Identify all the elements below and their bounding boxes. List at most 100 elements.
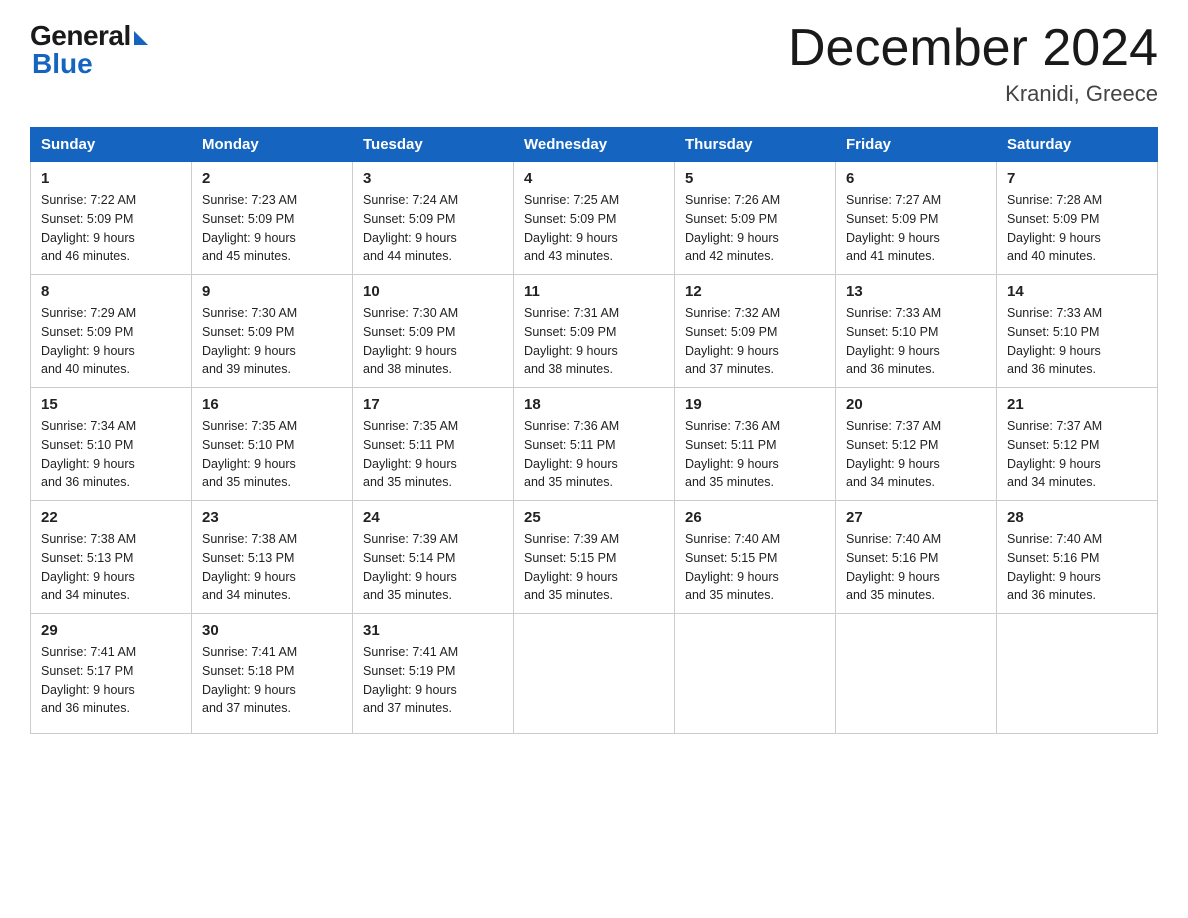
- calendar-cell: 10 Sunrise: 7:30 AM Sunset: 5:09 PM Dayl…: [353, 275, 514, 388]
- calendar-location: Kranidi, Greece: [788, 81, 1158, 107]
- day-number: 27: [846, 509, 986, 526]
- calendar-cell: 17 Sunrise: 7:35 AM Sunset: 5:11 PM Dayl…: [353, 388, 514, 501]
- calendar-cell: 14 Sunrise: 7:33 AM Sunset: 5:10 PM Dayl…: [997, 275, 1158, 388]
- header-thursday: Thursday: [675, 128, 836, 162]
- day-number: 29: [41, 622, 181, 639]
- day-info: Sunrise: 7:40 AM Sunset: 5:15 PM Dayligh…: [685, 530, 825, 605]
- calendar-cell: 2 Sunrise: 7:23 AM Sunset: 5:09 PM Dayli…: [192, 162, 353, 275]
- day-number: 13: [846, 283, 986, 300]
- header-sunday: Sunday: [31, 128, 192, 162]
- calendar-cell: 26 Sunrise: 7:40 AM Sunset: 5:15 PM Dayl…: [675, 501, 836, 614]
- calendar-cell: 9 Sunrise: 7:30 AM Sunset: 5:09 PM Dayli…: [192, 275, 353, 388]
- day-info: Sunrise: 7:25 AM Sunset: 5:09 PM Dayligh…: [524, 191, 664, 266]
- day-number: 6: [846, 170, 986, 187]
- day-info: Sunrise: 7:24 AM Sunset: 5:09 PM Dayligh…: [363, 191, 503, 266]
- calendar-cell: [836, 614, 997, 734]
- day-info: Sunrise: 7:41 AM Sunset: 5:18 PM Dayligh…: [202, 643, 342, 718]
- calendar-cell: 22 Sunrise: 7:38 AM Sunset: 5:13 PM Dayl…: [31, 501, 192, 614]
- day-info: Sunrise: 7:33 AM Sunset: 5:10 PM Dayligh…: [1007, 304, 1147, 379]
- calendar-week-5: 29 Sunrise: 7:41 AM Sunset: 5:17 PM Dayl…: [31, 614, 1158, 734]
- calendar-body: 1 Sunrise: 7:22 AM Sunset: 5:09 PM Dayli…: [31, 162, 1158, 734]
- day-number: 28: [1007, 509, 1147, 526]
- day-info: Sunrise: 7:22 AM Sunset: 5:09 PM Dayligh…: [41, 191, 181, 266]
- calendar-cell: 1 Sunrise: 7:22 AM Sunset: 5:09 PM Dayli…: [31, 162, 192, 275]
- day-number: 3: [363, 170, 503, 187]
- title-block: December 2024 Kranidi, Greece: [788, 20, 1158, 107]
- header-tuesday: Tuesday: [353, 128, 514, 162]
- day-info: Sunrise: 7:30 AM Sunset: 5:09 PM Dayligh…: [202, 304, 342, 379]
- calendar-week-1: 1 Sunrise: 7:22 AM Sunset: 5:09 PM Dayli…: [31, 162, 1158, 275]
- calendar-cell: 12 Sunrise: 7:32 AM Sunset: 5:09 PM Dayl…: [675, 275, 836, 388]
- header-monday: Monday: [192, 128, 353, 162]
- day-number: 8: [41, 283, 181, 300]
- calendar-cell: 27 Sunrise: 7:40 AM Sunset: 5:16 PM Dayl…: [836, 501, 997, 614]
- day-info: Sunrise: 7:27 AM Sunset: 5:09 PM Dayligh…: [846, 191, 986, 266]
- day-number: 24: [363, 509, 503, 526]
- day-info: Sunrise: 7:40 AM Sunset: 5:16 PM Dayligh…: [1007, 530, 1147, 605]
- day-number: 20: [846, 396, 986, 413]
- calendar-cell: 28 Sunrise: 7:40 AM Sunset: 5:16 PM Dayl…: [997, 501, 1158, 614]
- calendar-cell: [675, 614, 836, 734]
- day-info: Sunrise: 7:34 AM Sunset: 5:10 PM Dayligh…: [41, 417, 181, 492]
- calendar-cell: 5 Sunrise: 7:26 AM Sunset: 5:09 PM Dayli…: [675, 162, 836, 275]
- calendar-cell: 29 Sunrise: 7:41 AM Sunset: 5:17 PM Dayl…: [31, 614, 192, 734]
- calendar-cell: 13 Sunrise: 7:33 AM Sunset: 5:10 PM Dayl…: [836, 275, 997, 388]
- day-info: Sunrise: 7:28 AM Sunset: 5:09 PM Dayligh…: [1007, 191, 1147, 266]
- day-info: Sunrise: 7:23 AM Sunset: 5:09 PM Dayligh…: [202, 191, 342, 266]
- day-number: 21: [1007, 396, 1147, 413]
- calendar-week-2: 8 Sunrise: 7:29 AM Sunset: 5:09 PM Dayli…: [31, 275, 1158, 388]
- calendar-cell: [514, 614, 675, 734]
- day-info: Sunrise: 7:36 AM Sunset: 5:11 PM Dayligh…: [524, 417, 664, 492]
- day-number: 17: [363, 396, 503, 413]
- calendar-table: Sunday Monday Tuesday Wednesday Thursday…: [30, 127, 1158, 734]
- day-info: Sunrise: 7:26 AM Sunset: 5:09 PM Dayligh…: [685, 191, 825, 266]
- day-info: Sunrise: 7:37 AM Sunset: 5:12 PM Dayligh…: [846, 417, 986, 492]
- day-info: Sunrise: 7:29 AM Sunset: 5:09 PM Dayligh…: [41, 304, 181, 379]
- calendar-cell: 8 Sunrise: 7:29 AM Sunset: 5:09 PM Dayli…: [31, 275, 192, 388]
- day-number: 2: [202, 170, 342, 187]
- day-info: Sunrise: 7:36 AM Sunset: 5:11 PM Dayligh…: [685, 417, 825, 492]
- day-number: 18: [524, 396, 664, 413]
- day-number: 12: [685, 283, 825, 300]
- day-number: 23: [202, 509, 342, 526]
- calendar-cell: 24 Sunrise: 7:39 AM Sunset: 5:14 PM Dayl…: [353, 501, 514, 614]
- day-info: Sunrise: 7:39 AM Sunset: 5:15 PM Dayligh…: [524, 530, 664, 605]
- day-info: Sunrise: 7:41 AM Sunset: 5:19 PM Dayligh…: [363, 643, 503, 718]
- day-number: 16: [202, 396, 342, 413]
- header-friday: Friday: [836, 128, 997, 162]
- day-info: Sunrise: 7:38 AM Sunset: 5:13 PM Dayligh…: [41, 530, 181, 605]
- calendar-cell: 23 Sunrise: 7:38 AM Sunset: 5:13 PM Dayl…: [192, 501, 353, 614]
- calendar-cell: 15 Sunrise: 7:34 AM Sunset: 5:10 PM Dayl…: [31, 388, 192, 501]
- calendar-cell: 11 Sunrise: 7:31 AM Sunset: 5:09 PM Dayl…: [514, 275, 675, 388]
- calendar-cell: 25 Sunrise: 7:39 AM Sunset: 5:15 PM Dayl…: [514, 501, 675, 614]
- calendar-cell: 19 Sunrise: 7:36 AM Sunset: 5:11 PM Dayl…: [675, 388, 836, 501]
- calendar-header: Sunday Monday Tuesday Wednesday Thursday…: [31, 128, 1158, 162]
- day-info: Sunrise: 7:33 AM Sunset: 5:10 PM Dayligh…: [846, 304, 986, 379]
- calendar-cell: 20 Sunrise: 7:37 AM Sunset: 5:12 PM Dayl…: [836, 388, 997, 501]
- logo-arrow-icon: [134, 31, 148, 45]
- day-info: Sunrise: 7:40 AM Sunset: 5:16 PM Dayligh…: [846, 530, 986, 605]
- day-number: 4: [524, 170, 664, 187]
- calendar-cell: 3 Sunrise: 7:24 AM Sunset: 5:09 PM Dayli…: [353, 162, 514, 275]
- day-info: Sunrise: 7:39 AM Sunset: 5:14 PM Dayligh…: [363, 530, 503, 605]
- day-number: 14: [1007, 283, 1147, 300]
- day-info: Sunrise: 7:32 AM Sunset: 5:09 PM Dayligh…: [685, 304, 825, 379]
- calendar-cell: 30 Sunrise: 7:41 AM Sunset: 5:18 PM Dayl…: [192, 614, 353, 734]
- day-info: Sunrise: 7:41 AM Sunset: 5:17 PM Dayligh…: [41, 643, 181, 718]
- header-wednesday: Wednesday: [514, 128, 675, 162]
- calendar-cell: 4 Sunrise: 7:25 AM Sunset: 5:09 PM Dayli…: [514, 162, 675, 275]
- day-info: Sunrise: 7:30 AM Sunset: 5:09 PM Dayligh…: [363, 304, 503, 379]
- day-number: 15: [41, 396, 181, 413]
- calendar-title: December 2024: [788, 20, 1158, 77]
- day-number: 10: [363, 283, 503, 300]
- logo-blue-text: Blue: [32, 48, 93, 80]
- calendar-week-3: 15 Sunrise: 7:34 AM Sunset: 5:10 PM Dayl…: [31, 388, 1158, 501]
- day-number: 22: [41, 509, 181, 526]
- logo: General Blue: [30, 20, 148, 80]
- day-number: 25: [524, 509, 664, 526]
- header-saturday: Saturday: [997, 128, 1158, 162]
- calendar-cell: 16 Sunrise: 7:35 AM Sunset: 5:10 PM Dayl…: [192, 388, 353, 501]
- calendar-cell: 31 Sunrise: 7:41 AM Sunset: 5:19 PM Dayl…: [353, 614, 514, 734]
- day-info: Sunrise: 7:38 AM Sunset: 5:13 PM Dayligh…: [202, 530, 342, 605]
- day-number: 1: [41, 170, 181, 187]
